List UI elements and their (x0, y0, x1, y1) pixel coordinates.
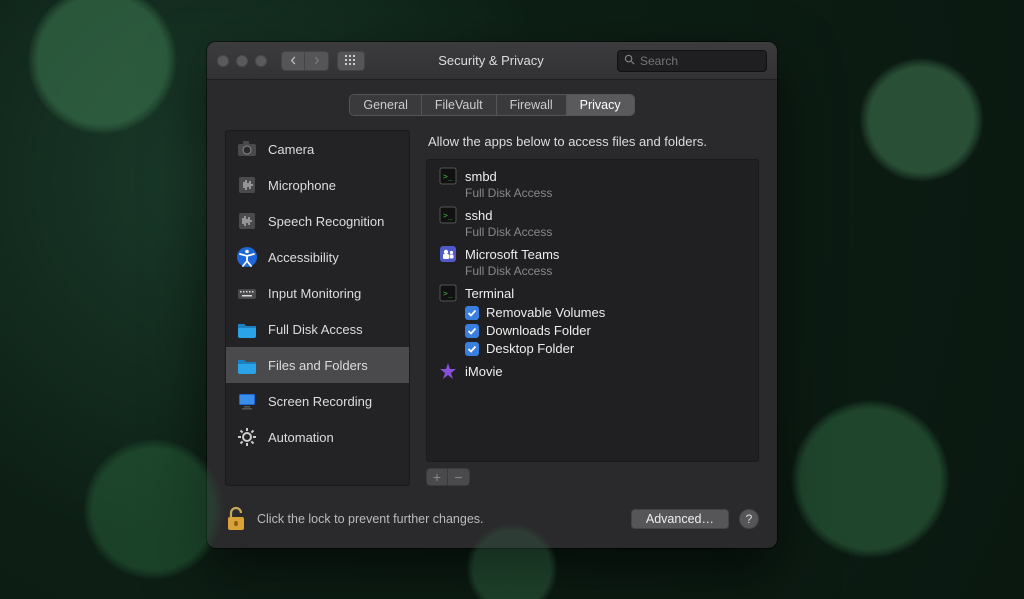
permission-row: Removable Volumes (465, 305, 746, 320)
add-button[interactable]: + (426, 468, 448, 486)
app-subtext: Full Disk Access (465, 225, 746, 239)
advanced-button[interactable]: Advanced… (631, 509, 729, 529)
sidebar-item-full-disk[interactable]: Full Disk Access (226, 311, 409, 347)
sidebar-item-speech[interactable]: Speech Recognition (226, 203, 409, 239)
app-row-smbd[interactable]: >_ smbd Full Disk Access (427, 164, 758, 203)
imovie-icon (439, 362, 457, 380)
window-title: Security & Privacy (373, 53, 609, 68)
nav-buttons (281, 51, 329, 71)
sidebar-item-automation[interactable]: Automation (226, 419, 409, 455)
app-row-teams[interactable]: Microsoft Teams Full Disk Access (427, 242, 758, 281)
sidebar-item-input-monitoring[interactable]: Input Monitoring (226, 275, 409, 311)
lock-icon[interactable] (225, 506, 247, 532)
forward-button[interactable] (305, 51, 329, 71)
app-name: sshd (465, 208, 492, 223)
content-area: GeneralFileVaultFirewallPrivacy Camera Mi… (207, 80, 777, 496)
instruction-text: Allow the apps below to access files and… (428, 134, 759, 149)
titlebar: Security & Privacy (207, 42, 777, 80)
svg-text:>_: >_ (443, 172, 453, 181)
permission-checkbox[interactable] (465, 324, 479, 338)
system-preferences-window: Security & Privacy GeneralFileVaultFirew… (207, 42, 777, 548)
tab-filevault[interactable]: FileVault (422, 95, 497, 115)
footer: Click the lock to prevent further change… (207, 496, 777, 548)
terminal-icon: >_ (439, 284, 457, 302)
search-field-wrap[interactable] (617, 50, 767, 72)
privacy-category-list[interactable]: Camera Microphone Speech Recognition Access… (225, 130, 410, 486)
display-icon (236, 390, 258, 412)
app-row-terminal[interactable]: >_ Terminal Removable Volumes Downloads Fol… (427, 281, 758, 359)
permission-checkbox[interactable] (465, 342, 479, 356)
permission-row: Desktop Folder (465, 341, 746, 356)
teams-icon (439, 245, 457, 263)
app-subtext: Full Disk Access (465, 186, 746, 200)
app-name: smbd (465, 169, 497, 184)
zoom-window-icon[interactable] (255, 55, 267, 67)
sidebar-item-label: Input Monitoring (268, 286, 361, 301)
permission-label: Desktop Folder (486, 341, 574, 356)
permission-label: Downloads Folder (486, 323, 591, 338)
app-name: Terminal (465, 286, 514, 301)
permission-label: Removable Volumes (486, 305, 605, 320)
sidebar-item-accessibility[interactable]: Accessibility (226, 239, 409, 275)
app-row-imovie[interactable]: iMovie (427, 359, 758, 383)
sidebar-item-label: Screen Recording (268, 394, 372, 409)
sidebar-item-screen-recording[interactable]: Screen Recording (226, 383, 409, 419)
tab-firewall[interactable]: Firewall (497, 95, 567, 115)
sidebar-item-camera[interactable]: Camera (226, 131, 409, 167)
lock-text: Click the lock to prevent further change… (257, 512, 621, 526)
tab-general[interactable]: General (350, 95, 421, 115)
panes: Camera Microphone Speech Recognition Access… (225, 130, 759, 486)
microphone-icon (236, 174, 258, 196)
close-window-icon[interactable] (217, 55, 229, 67)
sidebar-item-label: Automation (268, 430, 334, 445)
show-all-button[interactable] (337, 51, 365, 71)
traffic-lights (217, 55, 267, 67)
add-remove-buttons: + − (426, 468, 759, 486)
app-row-sshd[interactable]: >_ sshd Full Disk Access (427, 203, 758, 242)
accessibility-icon (236, 246, 258, 268)
sidebar-item-label: Files and Folders (268, 358, 368, 373)
search-icon (624, 54, 635, 68)
app-name: iMovie (465, 364, 503, 379)
sshd-icon: >_ (439, 206, 457, 224)
permission-row: Downloads Folder (465, 323, 746, 338)
keyboard-icon (236, 282, 258, 304)
help-button[interactable]: ? (739, 509, 759, 529)
remove-button[interactable]: − (448, 468, 470, 486)
svg-text:>_: >_ (443, 211, 453, 220)
app-subtext: Full Disk Access (465, 264, 746, 278)
tab-privacy[interactable]: Privacy (567, 95, 634, 115)
svg-text:>_: >_ (443, 289, 453, 298)
app-permissions-list[interactable]: >_smbdFull Disk Access>_sshdFull Disk Ac… (426, 159, 759, 462)
back-button[interactable] (281, 51, 305, 71)
sidebar-item-microphone[interactable]: Microphone (226, 167, 409, 203)
sidebar-item-label: Camera (268, 142, 314, 157)
search-input[interactable] (640, 54, 760, 68)
sidebar-item-label: Microphone (268, 178, 336, 193)
gears-icon (236, 426, 258, 448)
speech-icon (236, 210, 258, 232)
folder-blue-icon (236, 318, 258, 340)
sidebar-item-label: Speech Recognition (268, 214, 384, 229)
right-pane: Allow the apps below to access files and… (426, 130, 759, 486)
permission-checkbox[interactable] (465, 306, 479, 320)
camera-icon (236, 138, 258, 160)
minimize-window-icon[interactable] (236, 55, 248, 67)
tab-bar: GeneralFileVaultFirewallPrivacy (225, 94, 759, 116)
sidebar-item-files-folders[interactable]: Files and Folders (226, 347, 409, 383)
sidebar-item-label: Accessibility (268, 250, 339, 265)
sidebar-item-label: Full Disk Access (268, 322, 363, 337)
folder-blue-icon (236, 354, 258, 376)
smbd-icon: >_ (439, 167, 457, 185)
app-name: Microsoft Teams (465, 247, 559, 262)
